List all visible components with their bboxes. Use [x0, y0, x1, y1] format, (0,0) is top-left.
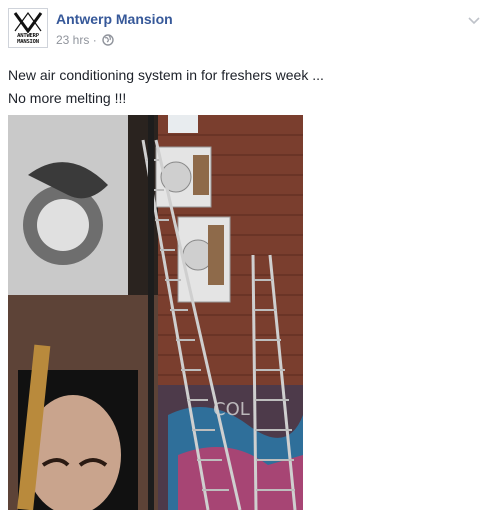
- chevron-down-icon[interactable]: [466, 12, 482, 28]
- globe-icon: [102, 34, 114, 49]
- post-photo[interactable]: COL: [8, 115, 303, 510]
- avatar-logo-line2: MANSION: [17, 39, 39, 45]
- post-text-line-1: New air conditioning system in for fresh…: [8, 67, 324, 83]
- post-text-line-2: No more melting !!!: [8, 90, 127, 106]
- post-timestamp[interactable]: 23 hrs: [56, 33, 89, 47]
- post-header: ANTWERP MANSION Antwerp Mansion 23 hrs ·: [8, 8, 484, 52]
- post-meta: 23 hrs ·: [56, 33, 114, 49]
- antwerp-mansion-logo: ANTWERP MANSION: [11, 11, 45, 45]
- page-name-link[interactable]: Antwerp Mansion: [56, 11, 173, 27]
- post-photo-art: COL: [8, 115, 303, 510]
- meta-separator: ·: [92, 33, 97, 47]
- page-avatar[interactable]: ANTWERP MANSION: [8, 8, 48, 48]
